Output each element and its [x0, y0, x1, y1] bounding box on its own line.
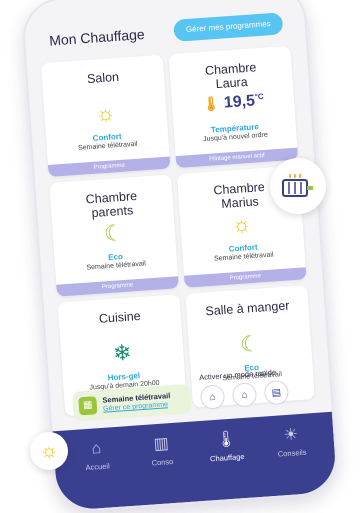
nav-item-accueil[interactable]: ⌂ Accueil — [71, 439, 126, 510]
room-temperature: 🌡 19,5°C — [201, 91, 264, 113]
nav-item-conseils[interactable]: ☀ Conseils — [265, 425, 320, 496]
chart-icon: ▥ — [153, 435, 170, 454]
room-card-salon[interactable]: Salon ☼ Confort Semaine télétravail Prog… — [40, 54, 171, 177]
calendar-icon: ▦ — [78, 396, 98, 416]
quick-mode-away-button[interactable]: ⌂ — [199, 384, 226, 410]
room-status-pill: Programme — [47, 156, 171, 177]
nav-item-chauffage[interactable]: 🌡 Chauffage — [201, 430, 256, 501]
room-status-pill: Programme — [56, 276, 179, 297]
sun-icon: ☼ — [230, 210, 253, 238]
quick-mode-home-button[interactable]: ⌂ — [231, 382, 258, 408]
bulb-icon: ☀ — [283, 426, 299, 445]
house-outline-icon: ⌂ — [209, 391, 216, 403]
radiator-badge — [270, 158, 326, 214]
rooms-grid: Salon ☼ Confort Semaine télétravail Prog… — [40, 45, 315, 417]
quick-mode-buttons: ⌂ ⌂ ▤ — [199, 379, 290, 410]
room-name: Chambre Laura — [204, 60, 257, 92]
snowflake-icon: ❄ — [112, 339, 133, 366]
room-name: Cuisine — [98, 308, 142, 326]
room-card-chambre-parents[interactable]: Chambre parents ☾ Eco Semaine télétravai… — [49, 174, 179, 297]
phone-frame: Mon Chauffage Gérer mes programmes Salon… — [20, 0, 340, 513]
home-icon: ⌂ — [90, 440, 102, 458]
quick-mode-vacation-button[interactable]: ▤ — [263, 379, 290, 406]
sun-badge: ☼ — [30, 432, 68, 470]
manage-programs-button[interactable]: Gérer mes programmes — [173, 12, 284, 42]
radiator-icon — [282, 174, 313, 197]
thermometer-icon: 🌡 — [201, 94, 221, 113]
room-name: Salle à manger — [205, 298, 290, 319]
sun-icon: ☼ — [94, 100, 117, 127]
house-icon: ⌂ — [241, 389, 248, 401]
moon-icon: ☾ — [239, 330, 261, 358]
page-title: Mon Chauffage — [48, 25, 146, 49]
bottom-nav: ⌂ Accueil ▥ Conso 🌡 Chauffage ☀ Conseils — [52, 411, 338, 512]
room-card-chambre-laura[interactable]: Chambre Laura 🌡 19,5°C Température Jusqu'… — [168, 45, 299, 169]
suitcase-icon: ▤ — [271, 386, 282, 399]
nav-item-conso[interactable]: ▥ Conso — [136, 434, 191, 505]
sun-icon: ☼ — [39, 439, 59, 462]
room-name: Chambre parents — [85, 188, 138, 221]
thermometer-icon: 🌡 — [215, 430, 237, 449]
room-status-pill: Programme — [184, 267, 307, 288]
moon-icon: ☾ — [103, 219, 125, 247]
room-name: Salon — [86, 69, 120, 87]
